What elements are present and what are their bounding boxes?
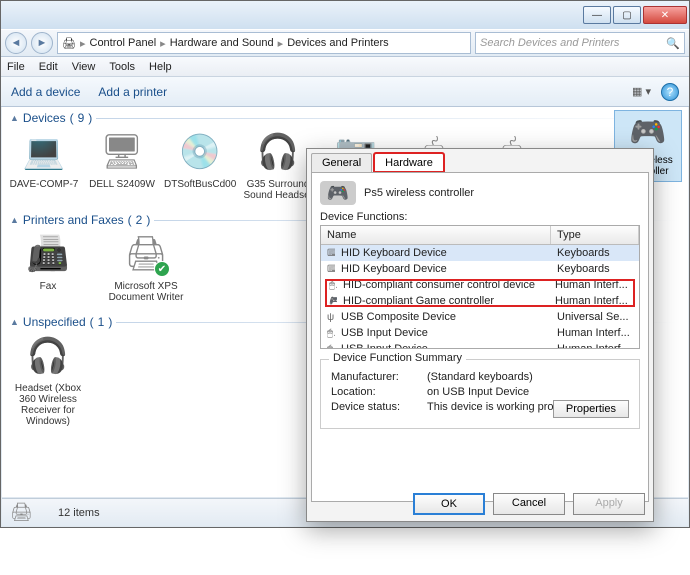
- column-type[interactable]: Type: [551, 226, 639, 244]
- group-devices-header[interactable]: ▲ Devices (9): [2, 107, 688, 127]
- device-item[interactable]: 🖥DELL S2409W: [86, 131, 158, 201]
- status-label: Device status:: [331, 401, 421, 413]
- menu-file[interactable]: File: [7, 61, 25, 73]
- collapse-icon: ▲: [10, 215, 19, 225]
- keyboard-icon: ⌨: [321, 263, 335, 276]
- add-device-button[interactable]: Add a device: [11, 85, 80, 99]
- summary-legend: Device Function Summary: [329, 352, 466, 364]
- breadcrumb-icon: 🖨: [62, 37, 76, 50]
- menu-view[interactable]: View: [72, 61, 96, 73]
- keyboard-icon: ⌨: [321, 247, 335, 260]
- menu-tools[interactable]: Tools: [109, 61, 135, 73]
- manufacturer-value: (Standard keyboards): [427, 371, 533, 383]
- location-label: Location:: [331, 386, 421, 398]
- group-title: Devices: [23, 111, 66, 125]
- device-item[interactable]: 💿DTSoftBusCd00: [164, 131, 236, 201]
- menu-help[interactable]: Help: [149, 61, 172, 73]
- search-input[interactable]: Search Devices and Printers 🔍: [475, 32, 685, 54]
- controller-icon: 🎮: [320, 181, 356, 205]
- location-value: on USB Input Device: [427, 386, 529, 398]
- disc-icon: 💿: [170, 131, 230, 175]
- table-row[interactable]: 🖱USB Input DeviceHuman Interf...: [321, 341, 639, 349]
- menu-bar: File Edit View Tools Help: [1, 57, 689, 77]
- breadcrumb[interactable]: 🖨 ▸ Control Panel ▸ Hardware and Sound ▸…: [57, 32, 471, 54]
- fax-icon: 📠: [18, 233, 78, 277]
- collapse-icon: ▲: [10, 113, 19, 123]
- tab-general[interactable]: General: [311, 153, 372, 172]
- usb-icon: ψ: [321, 311, 335, 324]
- properties-button[interactable]: Properties: [553, 400, 629, 418]
- manufacturer-label: Manufacturer:: [331, 371, 421, 383]
- headset-icon: 🎧: [248, 131, 308, 175]
- table-row[interactable]: 🖱HID-compliant consumer control deviceHu…: [323, 277, 637, 293]
- game-icon: 🎮: [323, 295, 337, 308]
- device-function-summary: Device Function Summary Manufacturer:(St…: [320, 359, 640, 429]
- device-item[interactable]: 🎧Headset (Xbox 360 Wireless Receiver for…: [8, 335, 88, 427]
- cancel-button[interactable]: Cancel: [493, 493, 565, 515]
- tab-strip: General Hardware: [307, 149, 653, 172]
- status-text: 12 items: [58, 507, 100, 519]
- group-title: Printers and Faxes: [23, 213, 124, 227]
- titlebar: — ▢ ✕: [1, 1, 689, 29]
- search-icon: 🔍: [666, 37, 680, 50]
- properties-dialog: General Hardware 🎮 Ps5 wireless controll…: [306, 148, 654, 522]
- maximize-button[interactable]: ▢: [613, 6, 641, 24]
- headset-icon: 🎧: [18, 335, 78, 379]
- close-button[interactable]: ✕: [643, 6, 687, 24]
- address-bar: ◄ ► 🖨 ▸ Control Panel ▸ Hardware and Sou…: [1, 29, 689, 57]
- hid-icon: 🖱: [321, 327, 335, 340]
- table-row[interactable]: 🎮HID-compliant Game controllerHuman Inte…: [323, 293, 637, 309]
- device-functions-table: Name Type ⌨HID Keyboard DeviceKeyboards …: [320, 225, 640, 349]
- command-bar: Add a device Add a printer ▦ ▾ ?: [1, 77, 689, 107]
- group-count: 2: [136, 213, 143, 227]
- table-row[interactable]: 🖱USB Input DeviceHuman Interf...: [321, 325, 639, 341]
- search-placeholder: Search Devices and Printers: [480, 37, 619, 49]
- tab-hardware[interactable]: Hardware: [374, 153, 444, 172]
- printer-item[interactable]: 🖨Microsoft XPS Document Writer: [106, 233, 186, 303]
- monitor-icon: 🖥: [92, 131, 152, 175]
- table-row[interactable]: ⌨HID Keyboard DeviceKeyboards: [321, 261, 639, 277]
- apply-button[interactable]: Apply: [573, 493, 645, 515]
- device-item[interactable]: 🎧G35 Surround Sound Headset: [242, 131, 314, 201]
- printer-icon: 🖨: [116, 233, 176, 277]
- add-printer-button[interactable]: Add a printer: [98, 85, 167, 99]
- table-row[interactable]: ψUSB Composite DeviceUniversal Se...: [321, 309, 639, 325]
- hid-icon: 🖱: [321, 343, 335, 350]
- group-title: Unspecified: [23, 315, 86, 329]
- breadcrumb-item[interactable]: Devices and Printers: [287, 37, 389, 49]
- minimize-button[interactable]: —: [583, 6, 611, 24]
- collapse-icon: ▲: [10, 317, 19, 327]
- help-button[interactable]: ?: [661, 83, 679, 101]
- nav-forward-button[interactable]: ►: [31, 32, 53, 54]
- breadcrumb-item[interactable]: Control Panel: [90, 37, 157, 49]
- group-count: 9: [78, 111, 85, 125]
- breadcrumb-item[interactable]: Hardware and Sound: [170, 37, 274, 49]
- printer-icon: 🖨: [10, 502, 50, 524]
- group-count: 1: [98, 315, 105, 329]
- nav-back-button[interactable]: ◄: [5, 32, 27, 54]
- device-title: Ps5 wireless controller: [364, 187, 474, 199]
- printer-item[interactable]: 📠Fax: [8, 233, 88, 303]
- device-item[interactable]: 💻DAVE-COMP-7: [8, 131, 80, 201]
- ok-button[interactable]: OK: [413, 493, 485, 515]
- functions-label: Device Functions:: [320, 211, 640, 223]
- view-options-button[interactable]: ▦ ▾: [632, 85, 651, 98]
- properties-body: 🎮 Ps5 wireless controller Device Functio…: [311, 172, 649, 502]
- table-row[interactable]: ⌨HID Keyboard DeviceKeyboards: [321, 245, 639, 261]
- computer-icon: 💻: [14, 131, 74, 175]
- column-name[interactable]: Name: [321, 226, 551, 244]
- hid-icon: 🖱: [323, 279, 337, 292]
- menu-edit[interactable]: Edit: [39, 61, 58, 73]
- dialog-buttons: OK Cancel Apply: [413, 493, 645, 515]
